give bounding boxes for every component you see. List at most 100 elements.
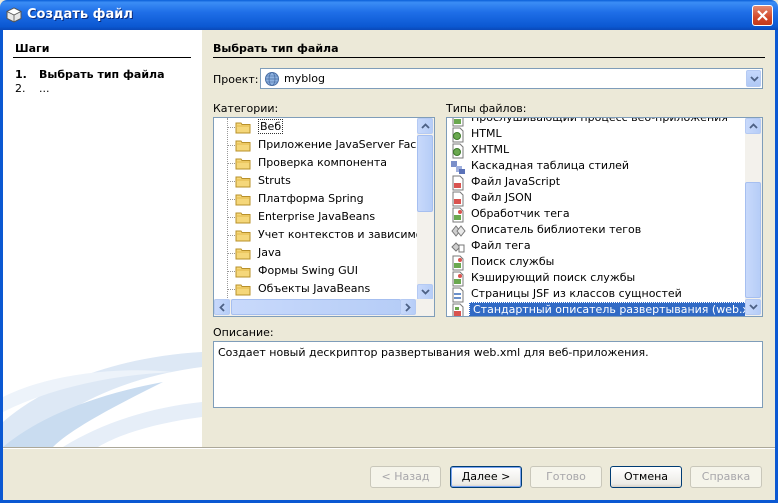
file-type-item[interactable]: Файл JSON (447, 190, 745, 207)
tree-connector (227, 235, 235, 236)
file-type-label: XHTML (471, 143, 510, 156)
file-type-item[interactable]: HTML (447, 126, 745, 143)
project-label: Проект: (213, 73, 259, 86)
file-types-vertical-scrollbar[interactable] (745, 118, 762, 316)
scroll-left-button[interactable] (214, 299, 230, 315)
section-divider (213, 57, 765, 58)
folder-icon (235, 140, 251, 152)
chevron-right-icon (405, 303, 411, 312)
scroll-right-button[interactable] (400, 299, 416, 315)
decorative-swoosh-graphic (3, 352, 202, 447)
tree-connector (227, 217, 235, 218)
category-label: Веб (258, 119, 284, 134)
finish-button[interactable]: Готово (530, 466, 602, 488)
scrollbar-thumb[interactable] (417, 135, 433, 212)
file-type-item[interactable]: Файл тега (447, 238, 745, 254)
close-button[interactable] (752, 5, 773, 26)
file-type-label: Файл JSON (471, 191, 532, 204)
back-button[interactable]: < Назад (370, 466, 441, 488)
chevron-down-icon (750, 76, 759, 82)
scroll-up-button[interactable] (745, 118, 761, 134)
step-item-current: 1. Выбрать тип файла (15, 68, 165, 81)
window-title: Создать файл (27, 7, 133, 22)
categories-horizontal-scrollbar[interactable] (214, 299, 434, 316)
file-type-label: HTML (471, 127, 502, 140)
folder-icon (235, 158, 251, 170)
file-types-label: Типы файлов: (446, 102, 527, 115)
tree-connector (227, 145, 235, 146)
deployment-descriptor-icon (452, 303, 464, 316)
tree-connector (227, 181, 235, 182)
file-type-label: Файл JavaScript (471, 175, 561, 188)
tree-connector (227, 253, 235, 254)
file-type-label: Описатель библиотеки тегов (471, 223, 642, 236)
file-type-item[interactable]: Кэширующий поиск службы (447, 270, 745, 287)
web-project-globe-icon (265, 72, 279, 86)
xhtml-file-icon (452, 143, 464, 159)
category-tree-item[interactable]: Веб (214, 119, 418, 135)
json-file-icon (452, 191, 464, 207)
tree-connector (227, 289, 235, 290)
file-type-item[interactable]: Каскадная таблица стилей (447, 158, 745, 174)
step-number: 1. (15, 68, 27, 81)
netbeans-cube-icon (6, 7, 22, 23)
file-type-item[interactable]: Обработчик тега (447, 206, 745, 223)
category-tree-item[interactable]: Формы Swing GUI (214, 263, 418, 279)
scroll-down-button[interactable] (417, 284, 433, 300)
category-tree-item[interactable]: Приложение JavaServer Faces (214, 137, 429, 153)
file-types-list[interactable]: Прослушивающий процесс веб-приложения HTM… (446, 117, 763, 317)
file-type-item[interactable]: XHTML (447, 142, 745, 159)
file-type-label: Файл тега (471, 239, 531, 252)
category-label: Проверка компонента (258, 156, 387, 169)
tree-connector (227, 271, 235, 272)
folder-icon (235, 122, 251, 134)
category-label: Учет контекстов и зависимосте (258, 228, 435, 241)
folder-icon (235, 194, 251, 206)
scroll-down-button[interactable] (745, 299, 761, 315)
category-tree-item[interactable]: Объекты JavaBeans (214, 281, 418, 297)
tree-trunk-line (227, 118, 228, 298)
tree-connector (227, 199, 235, 200)
category-tree-item[interactable]: Enterprise JavaBeans (214, 209, 418, 225)
scroll-up-button[interactable] (417, 118, 433, 134)
category-label: Java (258, 246, 282, 259)
cancel-button[interactable]: Отмена (610, 466, 682, 488)
project-combobox[interactable]: myblog (260, 68, 763, 89)
file-type-item[interactable]: Файл JavaScript (447, 174, 745, 191)
category-tree-item[interactable]: Платформа Spring (214, 191, 418, 207)
title-bar: Создать файл (0, 0, 778, 30)
categories-vertical-scrollbar[interactable] (417, 118, 434, 301)
file-type-label: Поиск службы (471, 255, 555, 268)
file-type-item[interactable]: Поиск службы (447, 254, 745, 271)
folder-icon (235, 266, 251, 278)
step-number: 2. (15, 82, 26, 95)
file-type-item[interactable]: Прослушивающий процесс веб-приложения (447, 118, 745, 127)
category-label: Struts (258, 174, 291, 187)
tree-connector (227, 163, 235, 164)
tag-handler-icon (452, 207, 464, 223)
category-tree-item[interactable]: Java (214, 245, 418, 261)
file-type-item[interactable]: Описатель библиотеки тегов (447, 222, 745, 238)
steps-title: Шаги (15, 42, 50, 55)
category-label: Enterprise JavaBeans (258, 210, 376, 223)
chevron-down-icon (421, 289, 430, 295)
file-type-item[interactable]: Страницы JSF из классов сущностей (447, 286, 745, 303)
scrollbar-thumb[interactable] (231, 299, 401, 315)
file-type-label: Кэширующий поиск службы (471, 271, 636, 284)
html-file-icon (452, 127, 464, 143)
categories-tree[interactable]: Веб Приложение JavaServer Faces Проверка к… (213, 117, 435, 317)
categories-label: Категории: (213, 102, 279, 115)
next-button[interactable]: Далее > (450, 466, 522, 488)
scrollbar-thumb[interactable] (745, 182, 761, 298)
file-type-item[interactable]: Стандартный описатель развертывания (web… (447, 302, 762, 316)
category-tree-item[interactable]: Struts (214, 173, 418, 189)
category-tree-item[interactable]: Учет контекстов и зависимосте (214, 227, 434, 243)
category-label: Объекты JavaBeans (258, 282, 371, 295)
file-type-label: Страницы JSF из классов сущностей (471, 287, 682, 300)
service-locator-icon (452, 255, 464, 271)
steps-divider (13, 57, 191, 58)
help-button[interactable]: Справка (690, 466, 762, 488)
category-tree-item[interactable]: Проверка компонента (214, 155, 418, 171)
tree-connector (227, 127, 235, 128)
combobox-dropdown-button[interactable] (746, 70, 761, 87)
